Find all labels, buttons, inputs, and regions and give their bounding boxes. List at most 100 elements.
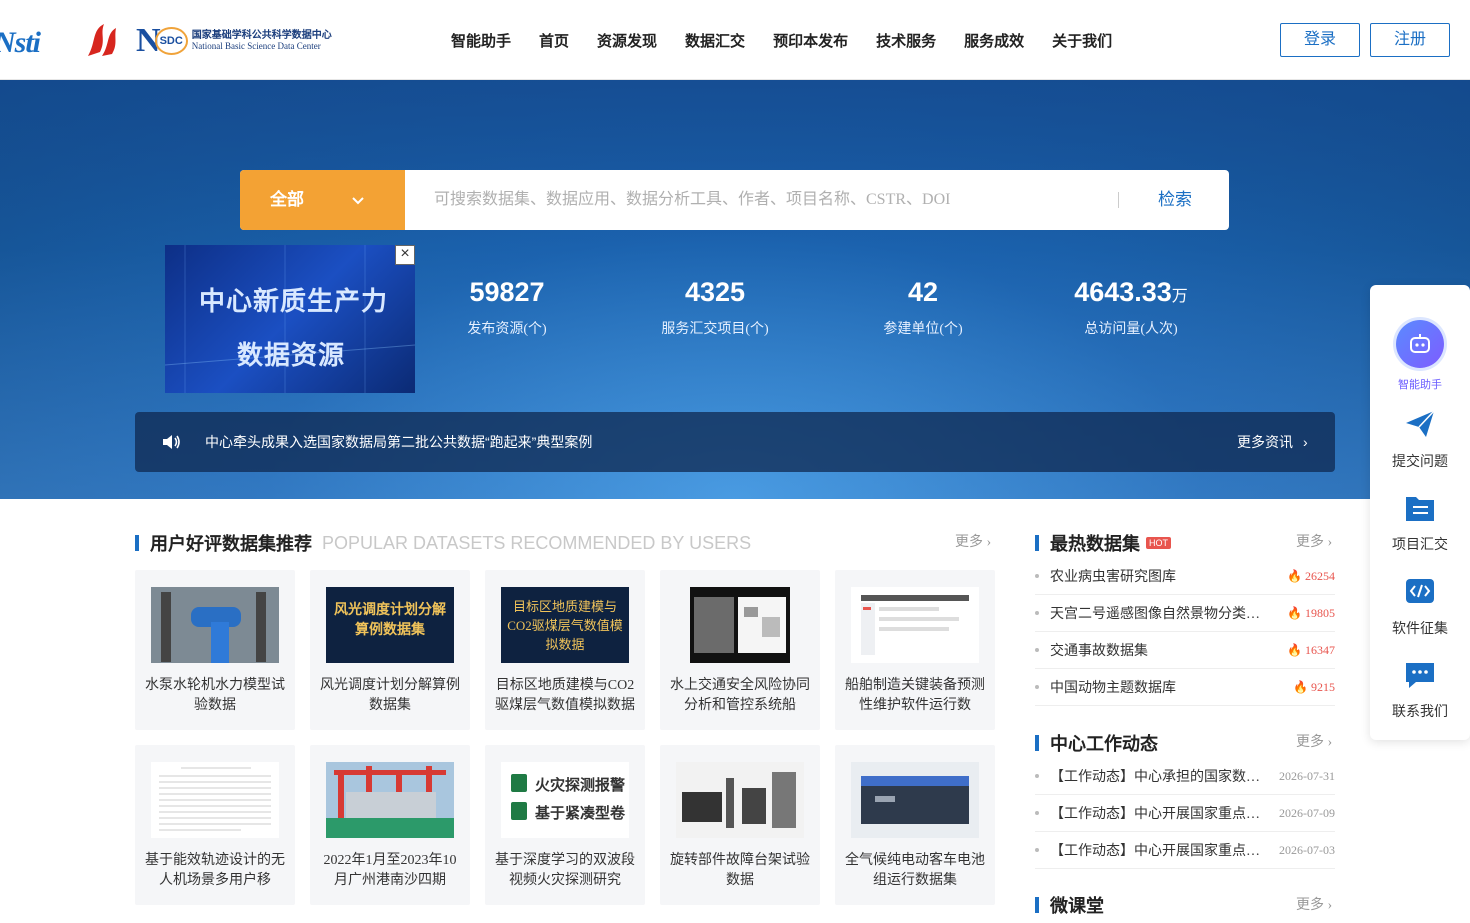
more-news-label: 更多资讯	[1237, 434, 1293, 450]
nsti-logo[interactable]: Nsti	[0, 26, 41, 60]
nav-tech-service[interactable]: 技术服务	[876, 30, 936, 51]
title-bar	[1035, 735, 1039, 751]
search-button[interactable]: 检索	[1158, 170, 1192, 230]
stat-number: 59827	[407, 277, 607, 308]
list-item[interactable]: 天宫二号遥感图像自然景物分类数据集 🔥 19805	[1035, 595, 1335, 632]
nav-ai-assistant[interactable]: 智能助手	[451, 30, 511, 51]
chevron-right-icon: ›	[1324, 735, 1333, 750]
dataset-card[interactable]: 目标区地质建模与CO2驱煤层气数值模拟数据 目标区地质建模与CO2驱煤层气数值模…	[485, 570, 645, 730]
nav-preprint[interactable]: 预印本发布	[773, 30, 848, 51]
stat-value: 4643.33	[1074, 277, 1172, 307]
news-more-link[interactable]: 更多 ›	[1296, 731, 1332, 751]
flame-icon: 🔥	[1293, 679, 1308, 694]
dataset-caption: 目标区地质建模与CO2驱煤层气数值模拟数据	[495, 678, 635, 713]
dataset-caption: 风光调度计划分解算例数据集	[320, 678, 460, 713]
dataset-card[interactable]: 水上交通安全风险协同分析和管控系统船	[660, 570, 820, 730]
stat-unit: 万	[1171, 288, 1188, 305]
hottest-more-link[interactable]: 更多 ›	[1296, 531, 1332, 551]
side-item-label: 项目汇交	[1392, 536, 1448, 552]
dataset-card[interactable]: 船舶制造关键装备预测性维护软件运行数	[835, 570, 995, 730]
list-item-date: 2026-07-31	[1279, 768, 1335, 783]
hero-banner: 全部 检索 中心新质生产力 数据资源 × 59827 发布资源(个) 4325 …	[0, 80, 1470, 499]
search-category-select[interactable]: 全部	[240, 170, 405, 230]
close-icon[interactable]: ×	[395, 245, 415, 265]
nav-home[interactable]: 首页	[539, 30, 569, 51]
nav-data-submission[interactable]: 数据汇交	[685, 30, 745, 51]
list-item[interactable]: 【工作动态】中心开展国家重点研发计划 2026-07-03	[1035, 832, 1335, 869]
site-header: Nsti N SDC 国家基础学科公共科学数据中心 National Basic…	[0, 0, 1470, 80]
thumb-text: 目标区地质建模与CO2驱煤层气数值模拟数据	[507, 599, 623, 652]
datasets-more-link[interactable]: 更多 ›	[955, 531, 991, 551]
dataset-caption: 基于深度学习的双波段视频火灾探测研究	[495, 853, 635, 888]
course-more-link[interactable]: 更多 ›	[1296, 894, 1332, 914]
dataset-card[interactable]: 水泵水轮机水力模型试验数据	[135, 570, 295, 730]
nsdc-logo[interactable]: N SDC 国家基础学科公共科学数据中心 National Basic Scie…	[136, 22, 332, 60]
side-contact-us[interactable]: 联系我们	[1370, 660, 1470, 721]
dataset-thumbnail: 风光调度计划分解算例数据集	[326, 587, 454, 663]
dataset-thumbnail: 火灾探测报警 基于紧凑型卷	[501, 762, 629, 838]
more-label: 更多	[1296, 535, 1324, 550]
hottest-section-title: 最热数据集 HOT	[1035, 530, 1171, 556]
cas-logo-icon[interactable]	[82, 22, 122, 58]
more-label: 更多	[955, 535, 983, 550]
bullet	[1035, 611, 1039, 615]
news-list: 【工作动态】中心承担的国家数据局项目 2026-07-31 【工作动态】中心开展国…	[1035, 758, 1335, 869]
stat-number: 42	[823, 277, 1023, 308]
register-button[interactable]: 注册	[1370, 23, 1450, 57]
dataset-card[interactable]: 旋转部件故障台架试验数据	[660, 745, 820, 905]
login-button[interactable]: 登录	[1280, 23, 1360, 57]
list-item-date: 2026-07-03	[1279, 842, 1335, 857]
dataset-card[interactable]: 基于能效轨迹设计的无人机场景多用户移	[135, 745, 295, 905]
speaker-icon	[163, 435, 180, 449]
notice-message[interactable]: 中心牵头成果入选国家数据局第二批公共数据“跑起来”典型案例	[205, 432, 592, 452]
promo-line-1: 中心新质生产力	[199, 286, 389, 316]
nsdc-logo-cn: 国家基础学科公共科学数据中心	[191, 30, 332, 41]
stat-units: 42 参建单位(个)	[823, 277, 1023, 338]
excel-icon	[511, 774, 527, 820]
list-item[interactable]: 中国动物主题数据库 🔥 9215	[1035, 669, 1335, 706]
title-bar	[135, 535, 139, 551]
list-item[interactable]: 【工作动态】中心开展国家重点研发计划 2026-07-09	[1035, 795, 1335, 832]
search-bar: 全部 检索	[240, 170, 1229, 230]
bullet	[1035, 811, 1039, 815]
search-input[interactable]	[420, 170, 1100, 230]
news-title: 中心工作动态	[1050, 734, 1158, 754]
nav-achievements[interactable]: 服务成效	[964, 30, 1024, 51]
stat-published-resources: 59827 发布资源(个)	[407, 277, 607, 338]
side-ai-assistant[interactable]: 智能助手	[1370, 320, 1470, 392]
thumb-text: 火灾探测报警 基于紧凑型卷	[535, 777, 626, 822]
stat-number: 4643.33万	[1031, 277, 1231, 308]
side-submit-question[interactable]: 提交问题	[1370, 408, 1470, 471]
search-separator	[1118, 192, 1119, 208]
list-item[interactable]: 农业病虫害研究图库 🔥 26254	[1035, 558, 1335, 595]
hot-count: 🔥 16347	[1287, 643, 1335, 658]
chevron-right-icon: ›	[983, 535, 992, 550]
dataset-card[interactable]: 火灾探测报警 基于紧凑型卷 基于深度学习的双波段视频火灾探测研究	[485, 745, 645, 905]
list-item[interactable]: 交通事故数据集 🔥 16347	[1035, 632, 1335, 669]
dataset-thumbnail: 目标区地质建模与CO2驱煤层气数值模拟数据	[501, 587, 629, 663]
bullet	[1035, 574, 1039, 578]
dataset-caption: 全气候纯电动客车电池组运行数据集	[845, 853, 985, 888]
side-project-submission[interactable]: 项目汇交	[1370, 493, 1470, 554]
promo-popup[interactable]: 中心新质生产力 数据资源 ×	[165, 245, 415, 393]
dataset-card[interactable]: 风光调度计划分解算例数据集 风光调度计划分解算例数据集	[310, 570, 470, 730]
hot-count: 🔥 19805	[1287, 606, 1335, 621]
more-news-link[interactable]: 更多资讯 ›	[1237, 432, 1308, 452]
side-item-label: 提交问题	[1392, 453, 1448, 469]
dataset-thumbnail	[851, 762, 979, 838]
dataset-card[interactable]: 全气候纯电动客车电池组运行数据集	[835, 745, 995, 905]
list-item-date: 2026-07-09	[1279, 805, 1335, 820]
stat-value: 59827	[469, 277, 545, 307]
flame-icon: 🔥	[1287, 642, 1302, 657]
count-value: 26254	[1305, 568, 1335, 583]
dataset-card[interactable]: 2022年1月至2023年10月广州港南沙四期	[310, 745, 470, 905]
nav-about[interactable]: 关于我们	[1052, 30, 1112, 51]
list-item[interactable]: 【工作动态】中心承担的国家数据局项目 2026-07-31	[1035, 758, 1335, 795]
side-software-collection[interactable]: 软件征集	[1370, 577, 1470, 638]
bullet	[1035, 685, 1039, 689]
nav-resource-discovery[interactable]: 资源发现	[597, 30, 657, 51]
list-item-title: 交通事故数据集	[1050, 644, 1148, 659]
bullet	[1035, 848, 1039, 852]
news-section-title: 中心工作动态	[1035, 730, 1158, 756]
dataset-caption: 旋转部件故障台架试验数据	[670, 853, 810, 888]
